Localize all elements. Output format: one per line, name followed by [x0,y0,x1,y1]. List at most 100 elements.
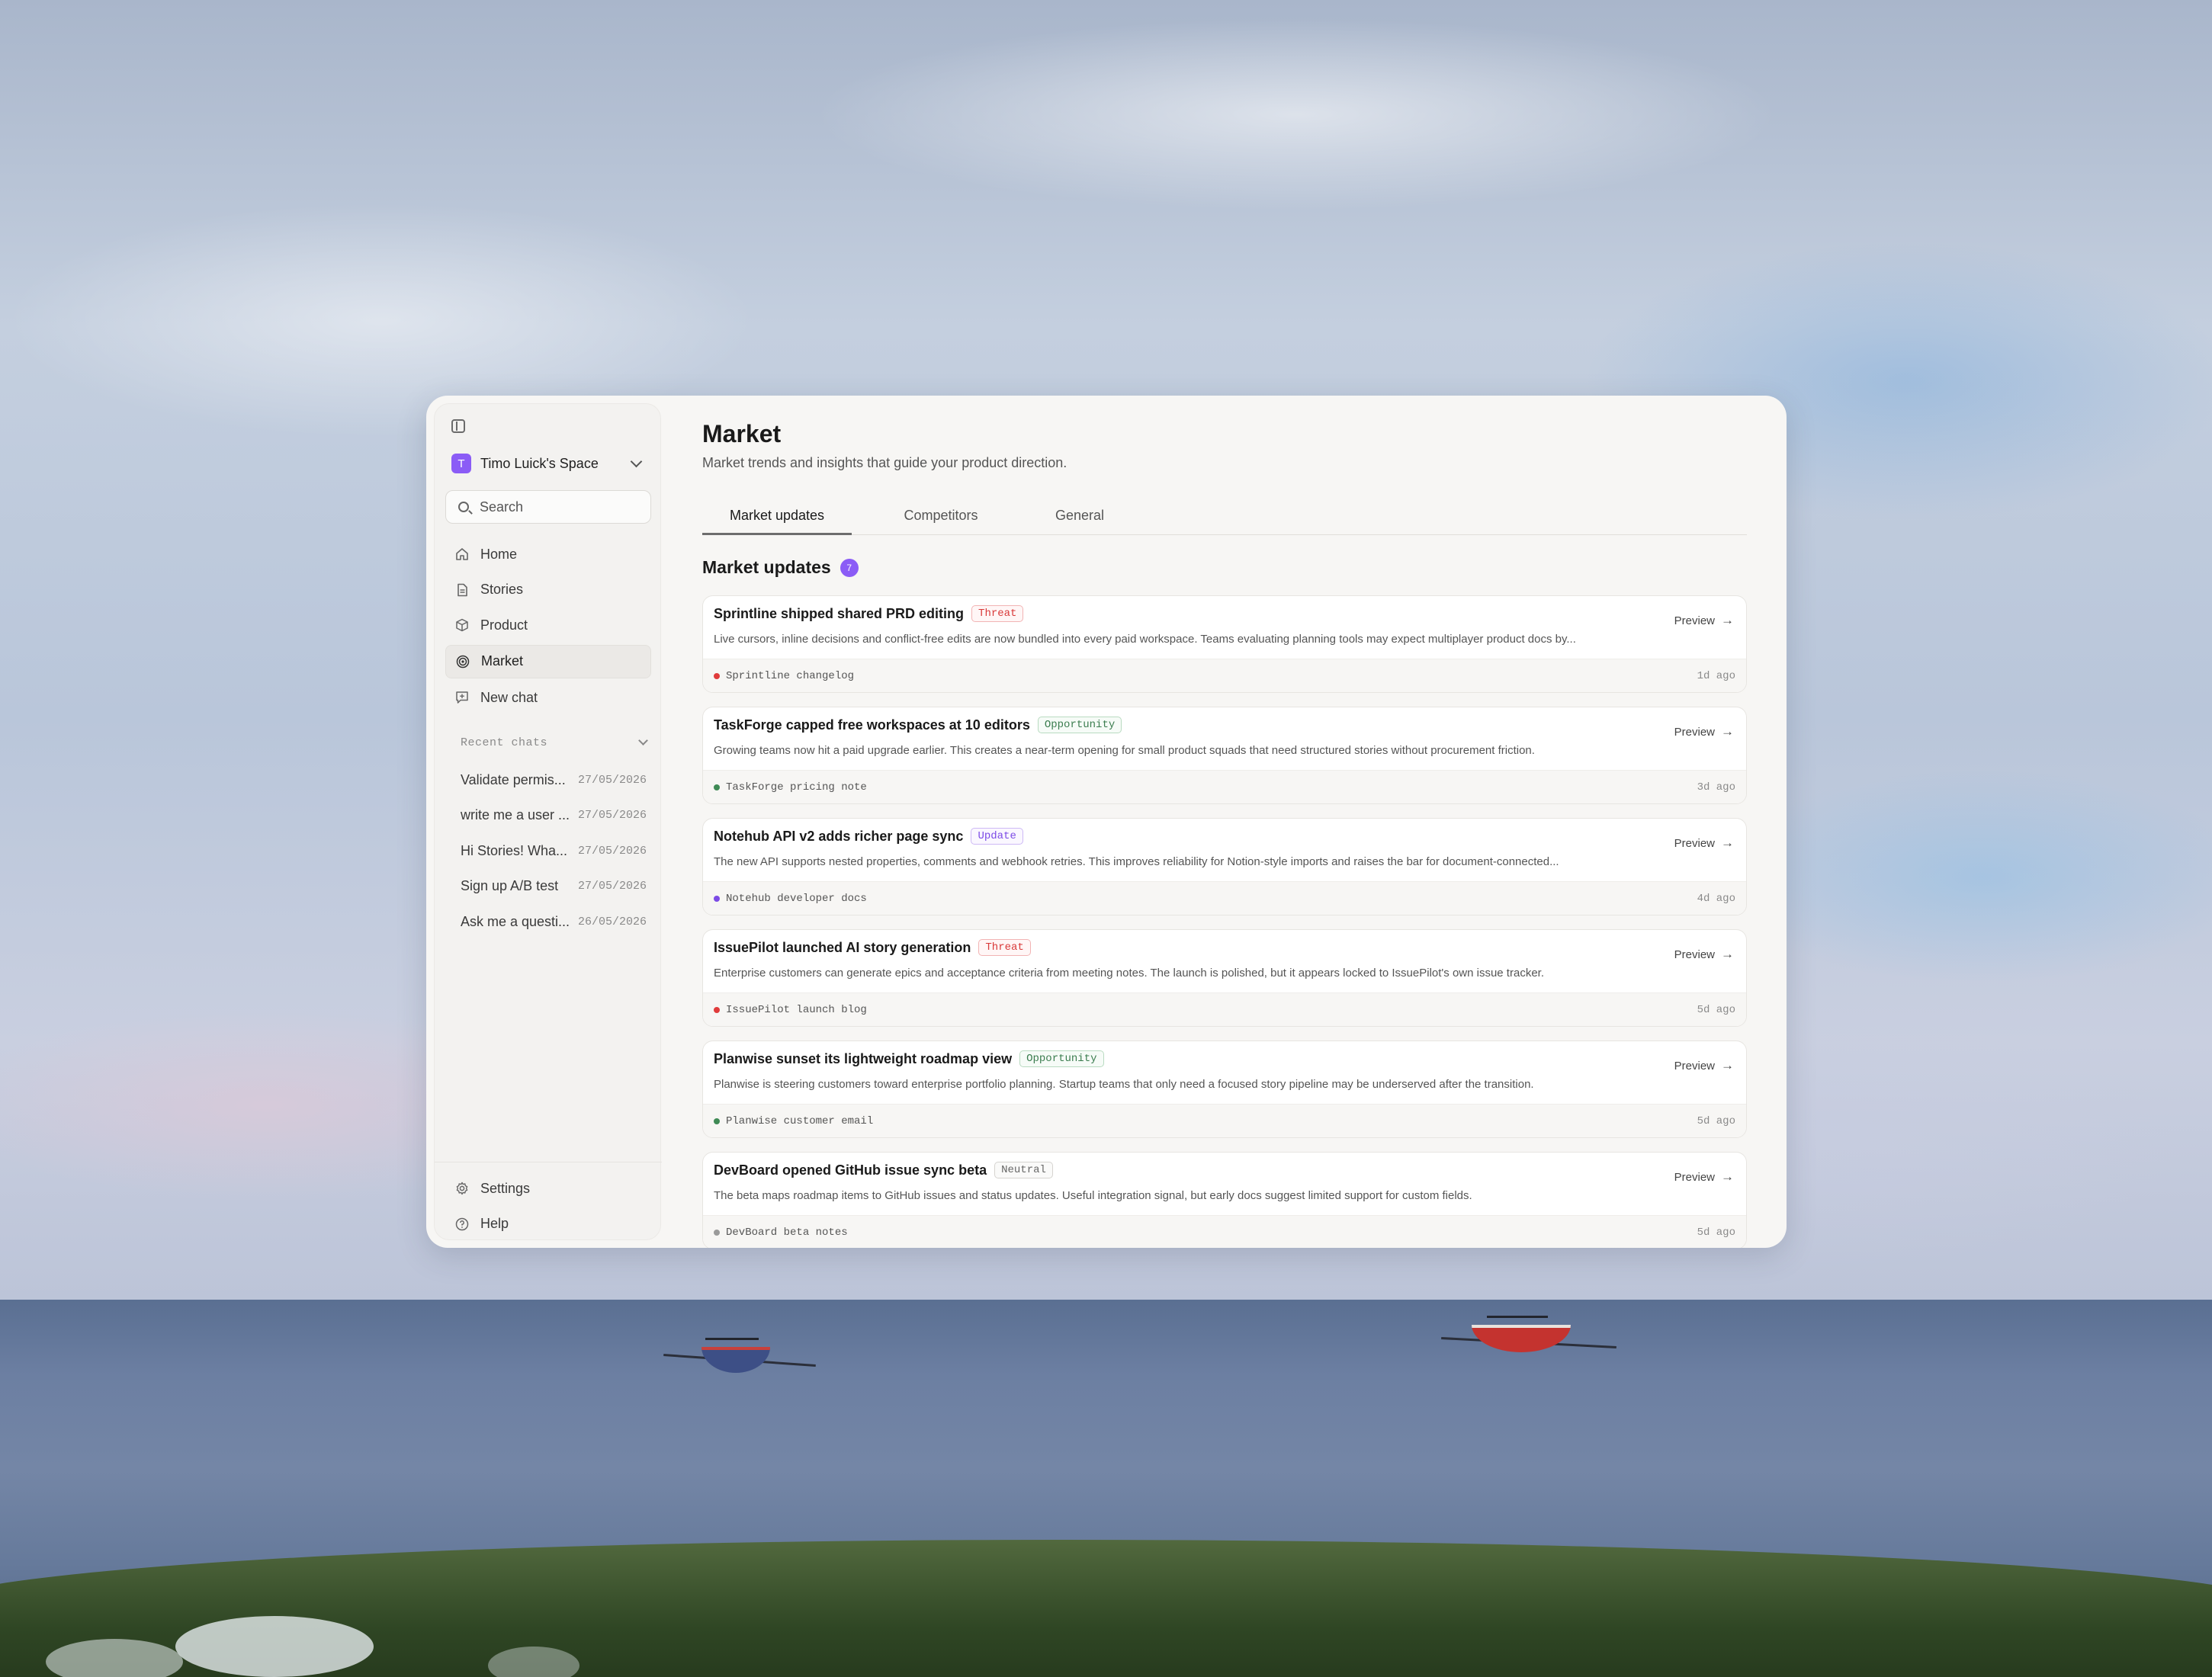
tab-competitors[interactable]: Competitors [876,498,1006,533]
arrow-right-icon: → [1721,1169,1734,1184]
card-description: The beta maps roadmap items to GitHub is… [714,1189,1472,1202]
app-window: T Timo Luick's Space Home Stories [426,396,1787,1248]
status-dot [714,673,720,679]
recent-chat-date: 27/05/2026 [578,880,647,893]
card-timestamp: 1d ago [1697,670,1735,682]
recent-chats-header[interactable]: Recent chats [461,736,651,749]
tab-market-updates[interactable]: Market updates [702,498,852,535]
arrow-right-icon: → [1721,835,1734,850]
recent-chat-title: Hi Stories! Wha... [461,842,568,858]
recent-chat-title: Sign up A/B test [461,878,559,894]
preview-button[interactable]: Preview → [1674,1169,1734,1185]
card-tag: Threat [978,939,1031,956]
chat-plus-icon [454,690,470,705]
recent-chat-item[interactable]: Sign up A/B test 27/05/2026 [461,869,654,905]
sidebar-item-new-chat[interactable]: New chat [445,681,651,713]
main-content: Market Market trends and insights that g… [702,396,1755,1248]
search-box[interactable] [445,490,651,524]
card-timestamp: 4d ago [1697,893,1735,905]
recent-chat-date: 27/05/2026 [578,773,647,787]
arrow-right-icon: → [1721,1058,1734,1073]
gear-icon [454,1181,470,1196]
card-tag: Neutral [994,1162,1053,1178]
sidebar-item-label: Stories [480,582,524,597]
arrow-right-icon: → [1721,947,1734,961]
card-title: Planwise sunset its lightweight roadmap … [714,1050,1013,1066]
card-timestamp: 5d ago [1697,1115,1735,1127]
market-update-card[interactable]: DevBoard opened GitHub issue sync beta N… [702,1152,1747,1248]
recent-chats-label: Recent chats [461,736,548,749]
preview-button[interactable]: Preview → [1674,947,1734,962]
workspace-switcher[interactable]: T Timo Luick's Space [451,451,645,476]
cube-icon [454,617,470,633]
card-source: IssuePilot launch blog [726,1004,867,1016]
recent-chat-title: write me a user ... [461,807,570,823]
sidebar-item-market[interactable]: Market [445,644,651,678]
sidebar: T Timo Luick's Space Home Stories [434,403,662,1240]
preview-label: Preview [1674,1059,1715,1073]
preview-label: Preview [1674,836,1715,850]
sidebar-item-label: New chat [480,689,538,705]
section-header: Market updates 7 [702,557,859,578]
sidebar-item-settings[interactable]: Settings [445,1172,651,1204]
market-update-card[interactable]: Sprintline shipped shared PRD editing Th… [702,595,1747,693]
preview-button[interactable]: Preview → [1674,835,1734,851]
card-timestamp: 5d ago [1697,1004,1735,1016]
preview-label: Preview [1674,1170,1715,1184]
status-dot [714,1230,720,1236]
tab-general[interactable]: General [1030,498,1129,533]
preview-button[interactable]: Preview → [1674,724,1734,739]
sidebar-item-label: Help [480,1216,509,1231]
home-icon [454,547,470,562]
sidebar-nav: Home Stories Product Market New chat [445,538,651,717]
market-update-card[interactable]: IssuePilot launched AI story generation … [702,929,1747,1027]
card-tag: Opportunity [1019,1050,1104,1067]
recent-chat-item[interactable]: write me a user ... 27/05/2026 [461,798,654,834]
status-dot [714,1118,720,1124]
card-timestamp: 5d ago [1697,1226,1735,1239]
page-title: Market [702,420,782,447]
card-source: TaskForge pricing note [726,781,867,794]
sidebar-item-label: Home [480,546,518,562]
sidebar-item-stories[interactable]: Stories [445,574,651,606]
tab-bar: Market updates Competitors General [702,498,1747,535]
status-dot [714,784,720,790]
page-subtitle: Market trends and insights that guide yo… [702,455,1067,470]
section-title: Market updates [702,557,831,577]
sidebar-item-home[interactable]: Home [445,538,651,570]
sidebar-item-label: Settings [480,1180,531,1196]
card-source: Notehub developer docs [726,893,867,905]
recent-chat-title: Ask me a questi... [461,913,570,929]
sidebar-item-help[interactable]: Help [445,1208,651,1240]
card-timestamp: 3d ago [1697,781,1735,794]
market-update-card[interactable]: Notehub API v2 adds richer page sync Upd… [702,818,1747,915]
sidebar-item-label: Market [481,653,524,669]
search-input[interactable] [478,498,634,516]
card-title: DevBoard opened GitHub issue sync beta [714,1162,987,1178]
sidebar-toggle-icon[interactable] [451,419,465,433]
boat-left [663,1330,816,1376]
count-badge: 7 [840,558,859,577]
help-icon [454,1217,470,1232]
card-description: The new API supports nested properties, … [714,855,1559,868]
chevron-down-icon [638,736,648,746]
preview-button[interactable]: Preview → [1674,1058,1734,1073]
recent-chats-list: Validate permis... 27/05/2026 write me a… [461,762,654,940]
recent-chat-item[interactable]: Hi Stories! Wha... 27/05/2026 [461,833,654,869]
preview-button[interactable]: Preview → [1674,613,1734,628]
sidebar-item-label: Product [480,617,528,633]
workspace-avatar: T [451,454,471,473]
preview-label: Preview [1674,614,1715,627]
card-description: Planwise is steering customers toward en… [714,1078,1534,1091]
recent-chat-item[interactable]: Ask me a questi... 26/05/2026 [461,904,654,940]
recent-chat-item[interactable]: Validate permis... 27/05/2026 [461,762,654,798]
market-update-card[interactable]: TaskForge capped free workspaces at 10 e… [702,707,1747,804]
preview-label: Preview [1674,725,1715,739]
chevron-down-icon [630,455,643,467]
market-update-card[interactable]: Planwise sunset its lightweight roadmap … [702,1041,1747,1138]
boat-right [1441,1311,1616,1357]
card-title: TaskForge capped free workspaces at 10 e… [714,717,1030,733]
sidebar-item-product[interactable]: Product [445,609,651,641]
card-description: Enterprise customers can generate epics … [714,967,1544,980]
card-description: Live cursors, inline decisions and confl… [714,633,1576,646]
